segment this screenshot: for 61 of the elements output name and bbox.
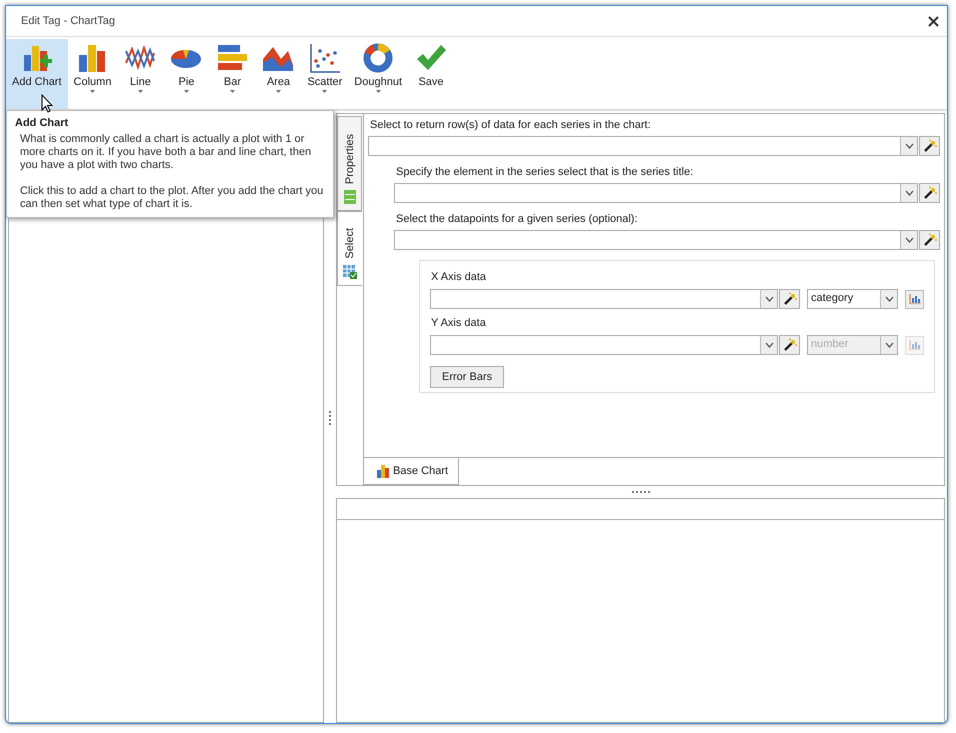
magic-wand-icon	[922, 233, 936, 247]
chevron-down-icon	[904, 143, 914, 149]
tooltip-title: Add Chart	[15, 117, 70, 129]
wand-button[interactable]	[779, 289, 800, 309]
field-label: Specify the element in the series select that is the series title:	[396, 166, 694, 178]
dropdown-field[interactable]	[430, 335, 778, 355]
toolbar-button[interactable]: Pie	[163, 39, 210, 109]
field-label: X Axis data	[431, 271, 488, 283]
tooltip-text: Click this to add a chart to the plot. After you add the chart you can then set what type of chart it is.	[19, 185, 324, 211]
axis-chart-icon	[908, 340, 920, 350]
field-label: Y Axis data	[431, 317, 487, 329]
magic-wand-icon	[922, 186, 936, 200]
field-label: Select the datapoints for a given series (optional):	[396, 213, 639, 225]
toolbar-button[interactable]: Line	[117, 39, 164, 109]
dropdown-field[interactable]	[394, 183, 918, 203]
caret-icon	[374, 89, 382, 94]
toolbar-button[interactable]: Save	[408, 39, 454, 109]
column-chart-icon	[376, 464, 390, 478]
magic-wand-icon	[782, 292, 796, 306]
caret-icon	[182, 89, 190, 94]
scatter-chart-icon	[308, 41, 342, 75]
chevron-down-icon	[904, 237, 914, 243]
dropdown-field[interactable]	[368, 136, 918, 156]
table-check-icon	[343, 265, 357, 279]
caret-icon	[321, 89, 328, 94]
chevron-down-icon	[904, 190, 914, 196]
toolbar-button[interactable]: Doughnut	[348, 39, 408, 109]
toolbar-button[interactable]: Area	[255, 39, 302, 109]
chevron-down-icon	[764, 296, 774, 302]
toolbar-button[interactable]: Bar	[209, 39, 256, 109]
axis-chart-icon	[908, 294, 920, 304]
side-tab[interactable]: Properties	[337, 116, 362, 211]
magic-wand-icon	[922, 139, 936, 153]
error-bars-button[interactable]: Error Bars	[430, 366, 504, 388]
type-dropdown[interactable]: category	[807, 289, 898, 309]
wand-button[interactable]	[779, 335, 800, 355]
chevron-down-icon	[884, 296, 894, 302]
side-tab[interactable]: Select	[337, 211, 362, 286]
wand-button[interactable]	[919, 136, 940, 156]
magic-wand-icon	[782, 338, 796, 352]
dropdown-field[interactable]	[394, 230, 918, 250]
chevron-down-icon	[764, 342, 774, 348]
toolbar-button[interactable]: Add Chart	[6, 39, 68, 109]
tooltip-text: What is commonly called a chart is actually a plot with 1 or more charts on it. If you have both a bar and line chart, then you have a plot with two charts.	[19, 133, 312, 172]
caret-icon	[228, 89, 236, 94]
toolbar-button[interactable]: Scatter	[301, 39, 348, 109]
toolbar-button[interactable]: Column	[68, 39, 118, 109]
chart-tab[interactable]: Base Chart	[363, 458, 460, 485]
window-title: Edit Tag - ChartTag	[21, 15, 115, 27]
caret-icon	[88, 89, 96, 94]
chevron-down-icon	[884, 342, 894, 348]
doughnut-chart-icon	[361, 41, 396, 75]
caret-icon	[136, 89, 144, 94]
property-grid-icon	[344, 190, 356, 204]
wand-button[interactable]	[919, 230, 940, 250]
close-icon[interactable]	[928, 16, 939, 26]
dropdown-field[interactable]	[430, 289, 778, 309]
wand-button[interactable]	[919, 183, 940, 203]
caret-icon	[274, 89, 282, 94]
field-label: Select to return row(s) of data for each series in the chart:	[370, 119, 652, 131]
axis-settings-button[interactable]	[905, 290, 924, 308]
